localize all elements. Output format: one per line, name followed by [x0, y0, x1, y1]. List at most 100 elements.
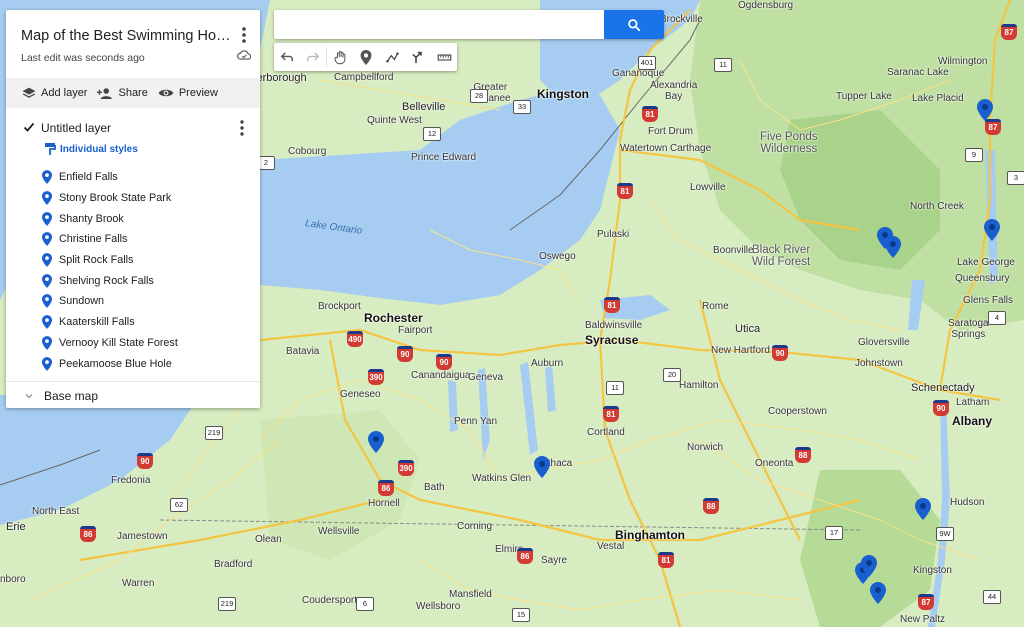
- place-utica: Utica: [735, 323, 761, 335]
- place-syracuse: Syracuse: [585, 333, 639, 347]
- list-item[interactable]: Sundown: [42, 291, 257, 312]
- list-item[interactable]: Vernooy Kill State Forest: [42, 333, 257, 354]
- place-hornell: Hornell: [368, 498, 400, 509]
- preview-button[interactable]: Preview: [158, 87, 218, 99]
- eye-icon: [158, 89, 174, 97]
- place-boonville: Boonville: [713, 245, 754, 256]
- search-button[interactable]: [604, 10, 664, 39]
- place-marker-icon: [42, 170, 52, 185]
- measure-button[interactable]: [431, 43, 457, 71]
- map-pin-vernooy-kill[interactable]: [870, 582, 886, 604]
- route-shield-44: 44: [983, 590, 1001, 604]
- list-item[interactable]: Split Rock Falls: [42, 250, 257, 271]
- place-coudersport: Coudersport: [302, 595, 358, 606]
- redo-button[interactable]: [300, 43, 326, 71]
- list-item[interactable]: Peekamoose Blue Hole: [42, 353, 257, 374]
- list-item[interactable]: Shanty Brook: [42, 208, 257, 229]
- place-marker-icon: [42, 315, 52, 330]
- draw-line-button[interactable]: [379, 43, 405, 71]
- map-pin-split-rock-falls[interactable]: [885, 236, 901, 258]
- map-pin-shelving-rock-falls[interactable]: [984, 219, 1000, 241]
- layer-name[interactable]: Untitled layer: [41, 121, 111, 135]
- cloud-done-icon: [237, 50, 251, 60]
- search-input[interactable]: [274, 10, 594, 39]
- place-bath: Bath: [424, 482, 445, 493]
- list-item[interactable]: Kaaterskill Falls: [42, 312, 257, 333]
- route-shield-62-b: 62: [170, 498, 188, 512]
- place-marker-icon: [42, 253, 52, 267]
- route-shield-11: 11: [714, 58, 732, 72]
- map-title[interactable]: Map of the Best Swimming Holes...: [21, 28, 231, 44]
- route-shield-15: 15: [512, 608, 530, 622]
- interstate-shield-87: 87: [1001, 24, 1017, 40]
- place-ogdensburg: Ogdensburg: [738, 0, 794, 11]
- place-sayre: Sayre: [541, 555, 568, 566]
- place-marker-icon: [42, 191, 52, 205]
- undo-button[interactable]: [274, 43, 300, 71]
- map-pin-stony-brook[interactable]: [368, 431, 384, 453]
- place-fredonia: Fredonia: [111, 475, 151, 486]
- place-name: Kaaterskill Falls: [59, 316, 135, 329]
- place-marker-icon: [42, 232, 52, 247]
- layer-more-vert-icon[interactable]: [236, 119, 248, 137]
- place-watertown: Watertown: [620, 143, 668, 154]
- list-item[interactable]: Enfield Falls: [42, 167, 257, 188]
- route-shield-401: 401: [638, 56, 656, 70]
- place-baldwinsville: Baldwinsville: [585, 320, 643, 331]
- base-map-label: Base map: [44, 388, 99, 403]
- add-layer-button[interactable]: Add layer: [22, 87, 87, 100]
- route-shield-62: 12: [423, 127, 441, 141]
- place-wellsville: Wellsville: [318, 526, 360, 537]
- chevron-down-icon[interactable]: [24, 391, 34, 401]
- place-quinte-west: Quinte West: [367, 115, 422, 126]
- more-vert-icon[interactable]: [238, 25, 250, 45]
- directions-button[interactable]: [405, 43, 431, 71]
- interstate-shield-90-c: 90: [772, 345, 788, 361]
- panel-actions: Add layer Share Preview: [6, 78, 260, 108]
- place-new-paltz: New Paltz: [900, 614, 946, 625]
- map-pin-kaaterskill-falls[interactable]: [915, 498, 931, 520]
- map-pin-enfield-falls[interactable]: [534, 456, 550, 478]
- interstate-shield-90-d: 90: [933, 400, 949, 416]
- interstate-shield-390-b: 390: [398, 460, 414, 476]
- place-name: Christine Falls: [59, 233, 128, 246]
- map-pin-shanty-brook[interactable]: [977, 99, 993, 121]
- undo-icon: [280, 52, 293, 62]
- list-item[interactable]: Christine Falls: [42, 229, 257, 250]
- route-shield-9w: 9W: [936, 527, 954, 541]
- route-shield-33: 33: [513, 100, 531, 114]
- place-kingston-ny: Kingston: [913, 565, 952, 576]
- interstate-shield-81-e: 81: [658, 552, 674, 568]
- route-shield-4: 4: [988, 311, 1006, 325]
- marker-icon: [360, 49, 372, 65]
- layer-visibility-checkbox[interactable]: [22, 120, 36, 134]
- place-north-creek: North Creek: [910, 201, 964, 212]
- interstate-shield-87-b: 87: [985, 119, 1001, 135]
- list-item[interactable]: Shelving Rock Falls: [42, 270, 257, 291]
- style-label: Individual styles: [60, 143, 138, 155]
- five-ponds-label: Five Ponds Wilderness: [760, 131, 818, 155]
- route-shield-6: 6: [356, 597, 374, 611]
- interstate-shield-90-b: 90: [436, 354, 452, 370]
- list-item[interactable]: Stony Brook State Park: [42, 188, 257, 209]
- preview-label: Preview: [178, 87, 218, 99]
- place-fairport: Fairport: [398, 325, 433, 336]
- pan-tool-button[interactable]: [327, 43, 353, 71]
- route-shield-20: 20: [663, 368, 681, 382]
- route-shield-28: 28: [470, 89, 488, 103]
- map-pin-peekamoose[interactable]: [861, 555, 877, 577]
- place-queensbury: Queensbury: [955, 273, 1010, 284]
- place-geneva: Geneva: [468, 372, 504, 383]
- place-corning: Corning: [457, 521, 493, 532]
- interstate-shield-86-b: 86: [80, 526, 96, 542]
- directions-icon: [411, 51, 422, 63]
- route-shield-3: 3: [1007, 171, 1024, 185]
- place-cooperstown: Cooperstown: [768, 406, 827, 417]
- route-shield-17: 17: [825, 526, 843, 540]
- place-batavia: Batavia: [286, 346, 320, 357]
- place-name: Enfield Falls: [59, 171, 118, 184]
- add-marker-button[interactable]: [353, 43, 379, 71]
- base-map-row[interactable]: Base map: [6, 381, 260, 409]
- share-button[interactable]: Share: [97, 87, 148, 100]
- individual-styles-link[interactable]: Individual styles: [44, 142, 138, 156]
